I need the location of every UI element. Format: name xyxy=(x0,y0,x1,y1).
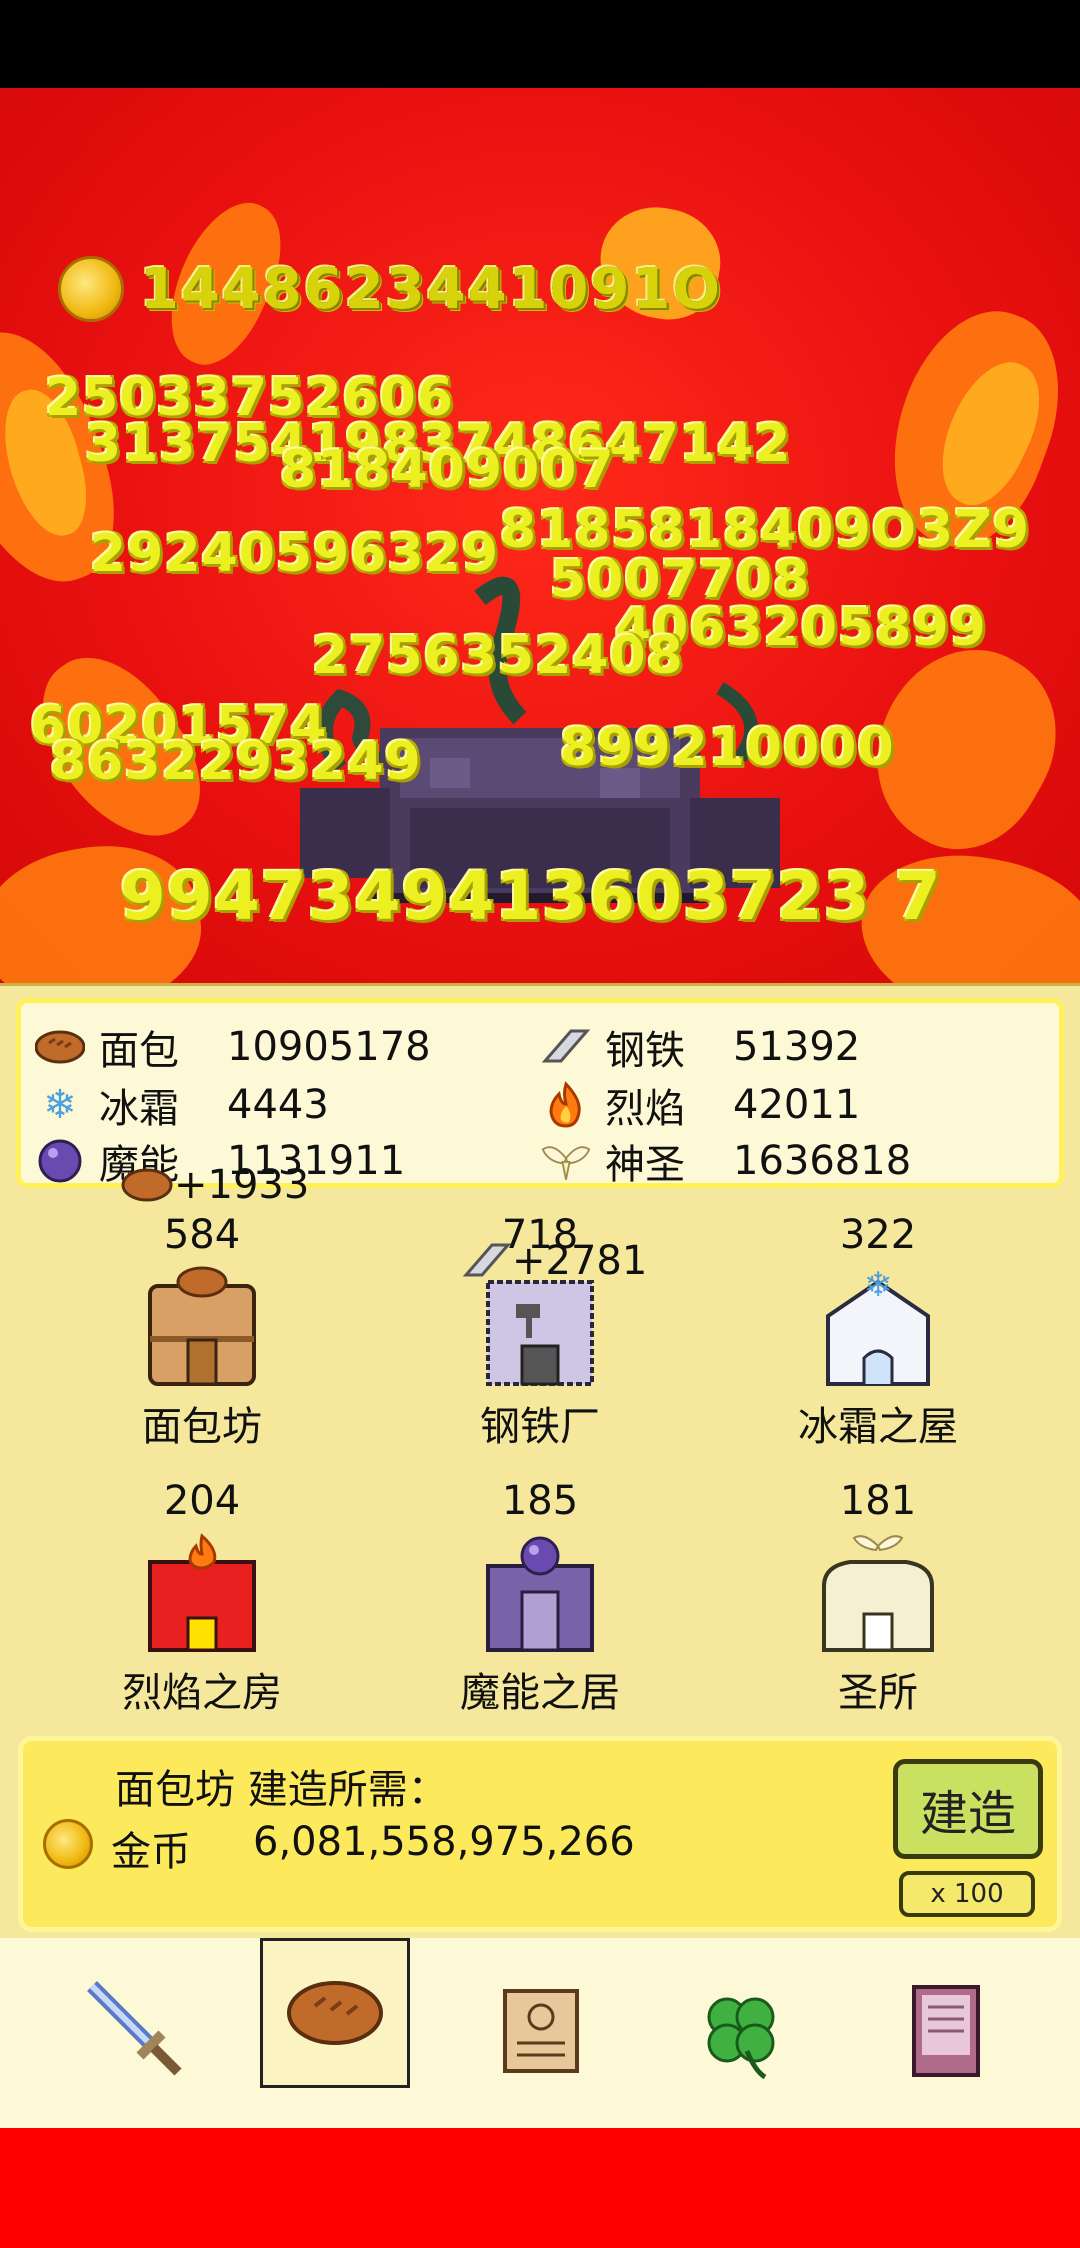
building-flame-house[interactable]: 204 烈焰之房 xyxy=(62,1478,342,1718)
resource-value: 1636818 xyxy=(733,1138,912,1184)
frost-house-icon: ❄ xyxy=(820,1265,936,1386)
resource-value: 10905178 xyxy=(227,1024,431,1070)
building-frost-house[interactable]: 322 ❄ 冰霜之屋 xyxy=(738,1212,1018,1452)
bottom-panel: 面包 10905178 钢铁 51392 ❄ 冰霜 4443 烈焰 42011 xyxy=(0,983,1080,2131)
coin-counter: 1448623441091O xyxy=(58,256,722,322)
tab-codex[interactable] xyxy=(870,1956,1020,2106)
building-name: 烈焰之房 xyxy=(122,1670,282,1716)
building-magic-residence[interactable]: 185 魔能之居 xyxy=(400,1478,680,1718)
damage-number: 818409007 xyxy=(280,440,615,500)
building-name: 圣所 xyxy=(838,1670,918,1716)
bread-icon xyxy=(287,1981,383,2045)
steel-ingot-icon xyxy=(541,1022,591,1072)
magic-residence-icon xyxy=(482,1532,598,1652)
sanctuary-icon xyxy=(820,1532,936,1652)
bread-icon xyxy=(35,1022,85,1072)
building-count: 584 xyxy=(163,1212,241,1258)
building-name: 钢铁厂 xyxy=(480,1404,600,1450)
damage-number: 29240596329 xyxy=(90,524,499,584)
holy-wings-icon xyxy=(541,1136,591,1186)
resource-value: 51392 xyxy=(733,1024,861,1070)
multiplier-button[interactable]: x 100 xyxy=(899,1871,1035,1917)
build-cost-panel: 面包坊 建造所需： 金币 6,081,558,975,266 建造 x 100 xyxy=(18,1736,1062,1932)
bread-gain-float: +1933 xyxy=(120,1162,309,1208)
building-name: 面包坊 xyxy=(142,1404,262,1450)
damage-number: 9947349413603723 7 xyxy=(120,858,942,935)
svg-text:❄: ❄ xyxy=(864,1266,893,1305)
gold-coin-icon xyxy=(58,256,124,322)
resource-frost: ❄ 冰霜 4443 xyxy=(35,1077,329,1133)
resource-name: 冰霜 xyxy=(99,1086,179,1132)
building-count: 204 xyxy=(163,1478,241,1524)
magic-orb-icon xyxy=(35,1136,85,1186)
tab-battle[interactable] xyxy=(62,1956,212,2106)
resource-value: 42011 xyxy=(733,1082,861,1128)
status-bar xyxy=(0,0,1080,88)
bread-gain-value: +1933 xyxy=(174,1162,310,1208)
damage-number: 8632293249 xyxy=(50,732,422,792)
building-count: 185 xyxy=(501,1478,579,1524)
resource-flame: 烈焰 42011 xyxy=(541,1077,860,1133)
build-button[interactable]: 建造 xyxy=(893,1759,1043,1859)
tab-luck[interactable] xyxy=(666,1956,816,2106)
building-bakery[interactable]: 584 面包坊 xyxy=(62,1212,342,1452)
building-count: 181 xyxy=(839,1478,917,1524)
build-cost-amount: 6,081,558,975,266 xyxy=(253,1819,635,1865)
damage-number: 2756352408 xyxy=(312,626,684,686)
bottom-tab-bar xyxy=(0,1938,1080,2128)
steel-mill-icon xyxy=(482,1266,598,1386)
coin-total: 1448623441091O xyxy=(140,256,723,322)
resource-steel: 钢铁 51392 xyxy=(541,1019,860,1075)
resource-name: 神圣 xyxy=(605,1142,685,1188)
damage-number: 899210000 xyxy=(560,718,895,778)
resource-bread: 面包 10905178 xyxy=(35,1019,431,1075)
sword-icon xyxy=(87,1981,182,2076)
building-name: 冰霜之屋 xyxy=(798,1404,958,1450)
flame-icon xyxy=(541,1080,591,1130)
snowflake-icon: ❄ xyxy=(43,1082,77,1128)
book-icon xyxy=(912,1985,980,2077)
resource-name: 钢铁 xyxy=(605,1028,685,1074)
resource-name: 面包 xyxy=(99,1028,179,1074)
resource-panel: 面包 10905178 钢铁 51392 ❄ 冰霜 4443 烈焰 42011 xyxy=(16,998,1064,1188)
building-count: 322 xyxy=(839,1212,917,1258)
gold-coin-icon xyxy=(43,1819,93,1869)
tab-quests[interactable] xyxy=(466,1956,616,2106)
building-steel-mill[interactable]: 718 钢铁厂 xyxy=(400,1212,680,1452)
building-count: 718 xyxy=(501,1212,579,1258)
clover-icon xyxy=(707,1997,775,2080)
building-name: 魔能之居 xyxy=(460,1670,620,1716)
building-sanctuary[interactable]: 181 圣所 xyxy=(738,1478,1018,1718)
bakery-icon xyxy=(144,1266,260,1386)
bread-icon xyxy=(121,1168,173,1202)
resource-name: 烈焰 xyxy=(605,1086,685,1132)
resource-value: 4443 xyxy=(227,1082,329,1128)
battle-arena[interactable]: 1448623441091O 25033752606 3137541983748… xyxy=(0,88,1080,983)
resource-holy: 神圣 1636818 xyxy=(541,1133,911,1189)
tab-buildings[interactable] xyxy=(260,1938,410,2088)
bottom-bar xyxy=(0,2128,1080,2248)
scroll-icon xyxy=(503,1989,579,2073)
flame-house-icon xyxy=(144,1532,260,1652)
build-cost-currency: 金币 xyxy=(111,1829,191,1875)
build-cost-title: 面包坊 建造所需： xyxy=(115,1767,448,1813)
